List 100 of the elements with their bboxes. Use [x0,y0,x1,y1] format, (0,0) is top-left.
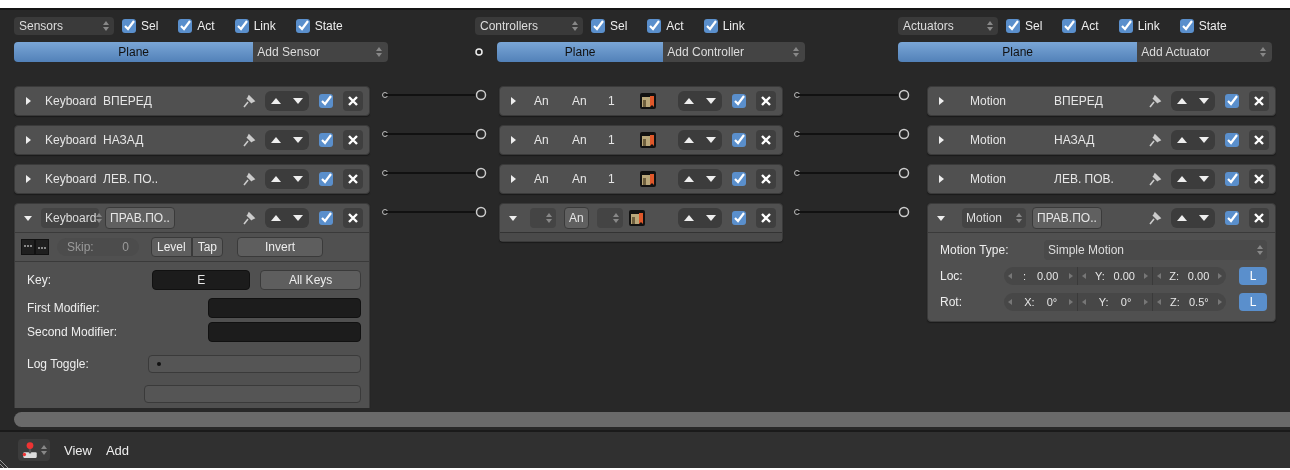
object-button[interactable]: Plane [898,42,1138,62]
editor-type-button[interactable] [18,439,50,461]
remove-button[interactable] [756,91,776,111]
checkbox[interactable] [1225,172,1239,186]
expand-triangle-icon[interactable] [508,96,518,106]
input-field[interactable] [208,298,361,318]
checkbox[interactable] [732,133,746,147]
add-dropdown[interactable]: Add Actuator [1137,42,1272,62]
pin-icon[interactable] [1147,93,1163,109]
editor-type-dropdown[interactable]: Controllers [475,17,583,35]
level-button[interactable]: Level [151,237,192,257]
input-field[interactable] [208,322,361,342]
checkbox[interactable] [647,19,662,33]
checkbox[interactable] [1225,133,1239,147]
remove-button[interactable] [756,208,776,228]
name-field[interactable]: ПРАВ.ПО.. [105,207,175,229]
checkbox[interactable] [319,133,333,147]
checkbox[interactable] [703,19,718,33]
expand-triangle-icon[interactable] [936,96,946,106]
checkbox[interactable] [732,211,746,225]
sensor-type-dropdown[interactable]: Keyboard [41,208,99,228]
checkbox[interactable] [319,94,333,108]
checkbox[interactable] [295,19,310,33]
expand-triangle-icon[interactable] [936,135,946,145]
property-field[interactable] [144,385,361,403]
menu-item[interactable]: View [64,442,92,458]
state-toggle-icon[interactable] [475,48,483,56]
editor-type-dropdown[interactable]: Actuators [898,17,998,35]
flag-icon[interactable] [628,210,645,226]
pin-icon[interactable] [241,132,257,148]
pin-icon[interactable] [1147,210,1163,226]
pin-icon[interactable] [1147,132,1163,148]
pulse-toggle-button[interactable] [21,239,35,255]
tap-button[interactable]: Tap [191,237,224,257]
number-field[interactable]: Z: 0.00 [1152,267,1226,285]
number-field[interactable]: Y: 0° [1078,293,1153,311]
checkbox[interactable] [122,19,136,33]
pin-icon[interactable] [241,210,257,226]
number-field[interactable]: X: 0° [1004,293,1079,311]
expand-triangle-icon[interactable] [508,174,518,184]
checkbox[interactable] [732,172,746,186]
name-field[interactable]: ПРАВ.ПО.. [1032,207,1102,229]
name-field[interactable]: An [564,207,589,229]
collapse-triangle-icon[interactable] [936,213,946,223]
expand-triangle-icon[interactable] [23,174,33,184]
remove-button[interactable] [343,169,363,189]
pin-icon[interactable] [241,171,257,187]
actuator-type-dropdown[interactable]: Motion [962,208,1026,228]
checkbox[interactable] [319,172,333,186]
flag-icon[interactable] [640,132,656,148]
checkbox[interactable] [1225,211,1239,225]
object-button[interactable]: Plane [14,42,254,62]
key-field[interactable]: E [152,270,251,290]
all-keys-button[interactable]: All Keys [260,270,361,290]
checkbox[interactable] [319,211,333,225]
expand-triangle-icon[interactable] [508,135,518,145]
remove-button[interactable] [1249,91,1269,111]
flag-icon[interactable] [640,93,656,109]
checkbox[interactable] [178,19,193,33]
checkbox[interactable] [1179,19,1194,33]
horizontal-scrollbar[interactable] [14,412,1290,427]
remove-button[interactable] [1249,130,1269,150]
object-button[interactable]: Plane [497,42,664,62]
controller-type-dropdown[interactable] [530,208,556,228]
checkbox[interactable] [591,19,605,33]
dot-icon [157,362,161,366]
remove-button[interactable] [1249,169,1269,189]
remove-button[interactable] [756,130,776,150]
collapse-triangle-icon[interactable] [508,213,518,223]
motion-type-dropdown[interactable]: Simple Motion [1044,240,1267,260]
checkbox[interactable] [1118,19,1133,33]
remove-button[interactable] [343,130,363,150]
checkbox[interactable] [234,19,249,33]
checkbox[interactable] [1006,19,1020,33]
pin-icon[interactable] [241,93,257,109]
number-field[interactable]: Z: 0.5° [1152,293,1226,311]
actuator-name: ЛЕВ. ПОВ. [1054,172,1115,186]
number-field[interactable]: Y: 0.00 [1078,267,1153,285]
collapse-triangle-icon[interactable] [23,213,33,223]
expand-triangle-icon[interactable] [23,96,33,106]
priority-field[interactable] [596,208,623,228]
pin-icon[interactable] [1147,171,1163,187]
invert-button[interactable]: Invert [237,237,324,257]
editor-type-dropdown[interactable]: Sensors [14,17,114,35]
number-field[interactable]: : 0.00 [1004,267,1079,285]
property-field[interactable] [148,355,361,373]
pulse-toggle-button[interactable] [35,239,49,255]
checkbox[interactable] [732,94,746,108]
remove-button[interactable] [756,169,776,189]
remove-button[interactable] [343,91,363,111]
add-dropdown[interactable]: Add Controller [663,42,805,62]
menu-item[interactable]: Add [105,442,130,458]
expand-triangle-icon[interactable] [23,135,33,145]
flag-icon[interactable] [640,171,656,187]
remove-button[interactable] [1249,208,1269,228]
checkbox[interactable] [1225,94,1239,108]
remove-button[interactable] [343,208,363,228]
checkbox[interactable] [1062,19,1077,33]
add-dropdown[interactable]: Add Sensor [253,42,388,62]
expand-triangle-icon[interactable] [936,174,946,184]
